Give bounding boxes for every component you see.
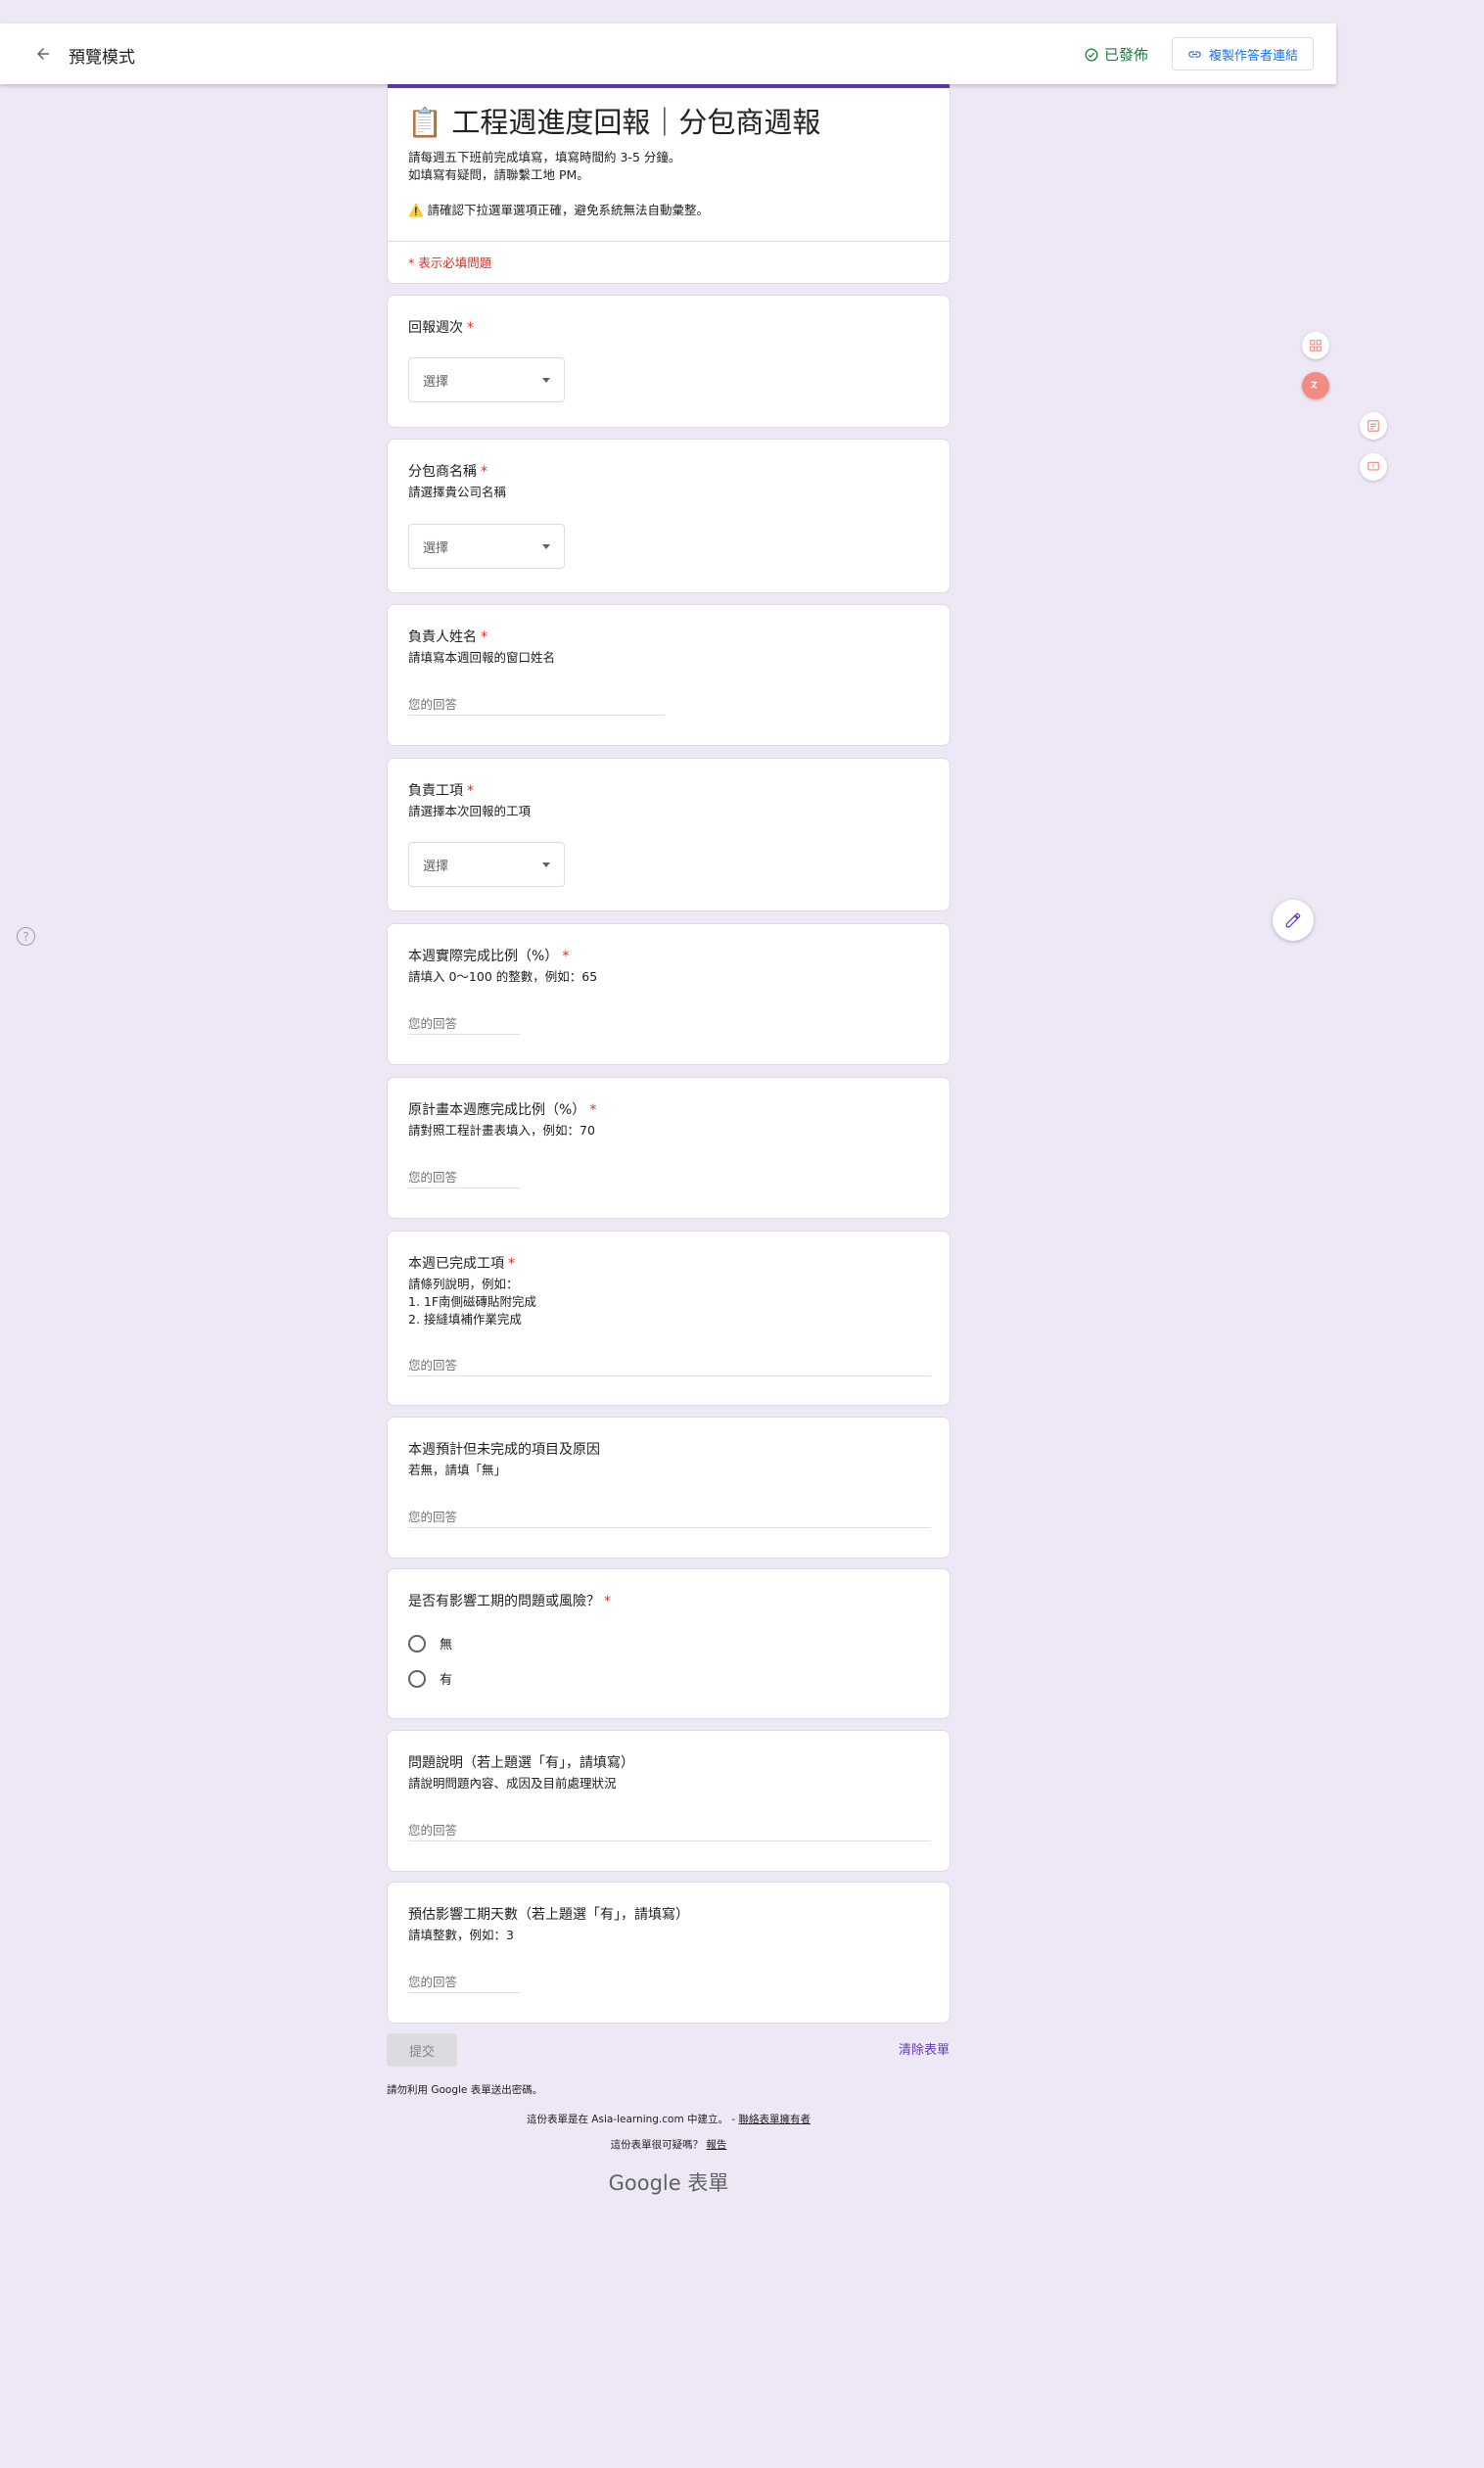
arrow-left-icon xyxy=(37,48,49,60)
question-card: 本週預計但未完成的項目及原因 若無，請填「無」 xyxy=(387,1417,951,1559)
required-asterisk: * xyxy=(481,629,487,645)
radio-button[interactable] xyxy=(408,1669,426,1688)
work-item-dropdown[interactable]: 選擇 xyxy=(408,842,565,887)
form-description: 請每週五下班前完成填寫，填寫時間約 3-5 分鐘。 如填寫有疑問，請聯繫工地 P… xyxy=(408,149,709,219)
report-text: 這份表單很可疑嗎？ xyxy=(610,2139,707,2151)
check-circle-icon xyxy=(1085,48,1098,61)
feedback-icon[interactable] xyxy=(1360,453,1387,481)
question-title: 分包商名稱 * xyxy=(408,464,487,480)
contact-owner-link[interactable]: 聯絡表單擁有者 xyxy=(739,2114,812,2125)
submit-button[interactable]: 提交 xyxy=(387,2033,457,2067)
question-help: 請對照工程計畫表填入，例如：70 xyxy=(408,1123,595,1138)
question-card: 回報週次 * 選擇 xyxy=(387,295,951,428)
question-title: 預估影響工期天數（若上題選「有」，請填寫） xyxy=(408,1907,689,1923)
edit-button[interactable] xyxy=(1273,900,1314,941)
question-title: 本週預計但未完成的項目及原因 xyxy=(408,1442,600,1458)
responsible-name-input[interactable] xyxy=(408,694,665,716)
required-asterisk: * xyxy=(562,949,570,964)
question-card: 負責人姓名 * 請填寫本週回報的窗口姓名 xyxy=(387,604,951,746)
question-card: 問題說明（若上題選「有」，請填寫） 請說明問題內容、成因及目前處理狀況 xyxy=(387,1730,951,1872)
question-card: 負責工項 * 請選擇本次回報的工項 選擇 xyxy=(387,758,951,911)
issue-description-input[interactable] xyxy=(408,1820,931,1841)
chevron-down-icon xyxy=(542,543,550,549)
question-help: 請條列說明，例如： 1. 1F南側磁磚貼附完成 2. 接縫填補作業完成 xyxy=(408,1277,537,1327)
subcontractor-dropdown[interactable]: 選擇 xyxy=(408,524,565,569)
radio-label: 無 xyxy=(440,1638,453,1653)
question-card: 本週已完成工項 * 請條列說明，例如： 1. 1F南側磁磚貼附完成 2. 接縫填補… xyxy=(387,1231,951,1406)
incomplete-items-input[interactable] xyxy=(408,1507,931,1528)
description-line: 請每週五下班前完成填寫，填寫時間約 3-5 分鐘。 xyxy=(408,150,681,164)
report-note: 這份表單很可疑嗎？ 報告 xyxy=(387,2137,951,2152)
required-asterisk: * xyxy=(467,783,474,799)
question-help: 請說明問題內容、成因及目前處理狀況 xyxy=(408,1776,617,1791)
required-asterisk: * xyxy=(467,320,474,336)
completed-items-input[interactable] xyxy=(408,1355,931,1376)
question-title: 問題說明（若上題選「有」，請填寫） xyxy=(408,1755,634,1771)
question-help: 請填入 0～100 的整數，例如：65 xyxy=(408,969,598,984)
form-icon[interactable] xyxy=(1360,412,1387,440)
form-header-card: 📋 工程週進度回報｜分包商週報 請每週五下班前完成填寫，填寫時間約 3-5 分鐘… xyxy=(387,82,951,284)
question-title: 原計畫本週應完成比例（%） * xyxy=(408,1102,597,1118)
required-note: * 表示必填問題 xyxy=(408,256,492,270)
question-card: 原計畫本週應完成比例（%） * 請對照工程計畫表填入，例如：70 xyxy=(387,1077,951,1219)
actual-progress-input[interactable] xyxy=(408,1013,520,1035)
help-circle-icon[interactable]: ? xyxy=(17,927,35,946)
required-asterisk: * xyxy=(589,1102,597,1118)
question-title: 本週實際完成比例（%） * xyxy=(408,949,570,964)
radio-option-none[interactable]: 無 xyxy=(408,1634,452,1653)
copy-responder-link-button[interactable]: 複製作答者連結 xyxy=(1172,37,1314,70)
pencil-icon xyxy=(1285,912,1301,928)
required-asterisk: * xyxy=(481,464,487,480)
question-help: 請選擇本次回報的工項 xyxy=(408,804,532,818)
published-label: 已發佈 xyxy=(1104,46,1149,64)
dropdown-value: 選擇 xyxy=(423,859,449,874)
form-title: 📋 工程週進度回報｜分包商週報 xyxy=(407,106,821,139)
radio-button[interactable] xyxy=(408,1634,426,1653)
password-warning: 請勿利用 Google 表單送出密碼。 xyxy=(387,2084,543,2096)
dropdown-value: 選擇 xyxy=(423,374,449,390)
planned-progress-input[interactable] xyxy=(408,1167,520,1188)
question-help: 請填整數，例如：3 xyxy=(408,1928,514,1942)
page-title: 預覽模式 xyxy=(69,48,135,68)
description-warning: ⚠️ 請確認下拉選單選項正確，避免系統無法自動彙整。 xyxy=(408,203,710,217)
created-note: 這份表單是在 Asia-learning.com 中建立。 - 聯絡表單擁有者 xyxy=(387,2112,951,2126)
created-text: 這份表單是在 Asia-learning.com 中建立。 - xyxy=(526,2114,739,2125)
preview-topbar: 預覽模式 已發佈 複製作答者連結 xyxy=(0,23,1336,84)
question-title: 回報週次 * xyxy=(408,320,474,336)
radio-label: 有 xyxy=(440,1673,453,1688)
question-help: 若無，請填「無」 xyxy=(408,1463,507,1477)
copy-link-label: 複製作答者連結 xyxy=(1208,48,1298,64)
radio-option-yes[interactable]: 有 xyxy=(408,1669,452,1688)
question-card: 分包商名稱 * 請選擇貴公司名稱 選擇 xyxy=(387,439,951,593)
question-help: 請填寫本週回報的窗口姓名 xyxy=(408,650,556,665)
question-card: 預估影響工期天數（若上題選「有」，請填寫） 請填整數，例如：3 xyxy=(387,1882,951,2024)
delay-days-input[interactable] xyxy=(408,1972,520,1993)
chevron-down-icon xyxy=(542,377,550,383)
question-help: 請選擇貴公司名稱 xyxy=(408,485,507,499)
back-button[interactable] xyxy=(29,40,57,68)
description-line: 如填寫有疑問，請聯繫工地 PM。 xyxy=(408,167,589,182)
link-icon xyxy=(1188,50,1201,58)
question-title: 是否有影響工期的問題或風險？ * xyxy=(408,1594,611,1609)
google-forms-logo: Google 表單 xyxy=(608,2171,729,2195)
chevron-down-icon xyxy=(542,861,550,867)
report-link[interactable]: 報告 xyxy=(706,2139,726,2151)
translate-icon[interactable] xyxy=(1302,372,1329,399)
week-dropdown[interactable]: 選擇 xyxy=(408,357,565,402)
question-title: 負責人姓名 * xyxy=(408,629,487,645)
published-status: 已發佈 xyxy=(1085,44,1148,65)
question-card: 本週實際完成比例（%） * 請填入 0～100 的整數，例如：65 xyxy=(387,923,951,1065)
grid-icon[interactable] xyxy=(1302,332,1329,359)
question-card: 是否有影響工期的問題或風險？ * 無 有 xyxy=(387,1568,951,1719)
required-asterisk: * xyxy=(508,1256,515,1272)
divider xyxy=(388,241,950,242)
dropdown-value: 選擇 xyxy=(423,540,449,556)
clear-form-button[interactable]: 清除表單 xyxy=(881,2039,950,2058)
question-title: 本週已完成工項 * xyxy=(408,1256,515,1272)
required-asterisk: * xyxy=(604,1594,611,1609)
question-title: 負責工項 * xyxy=(408,783,474,799)
